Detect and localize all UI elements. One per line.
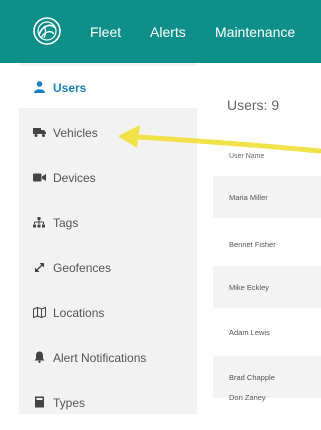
sidebar-item-label: Alert Notifications bbox=[53, 351, 147, 365]
table-cell-user-name: Mike Eckley bbox=[229, 283, 270, 292]
table-row[interactable]: Don Zaney bbox=[213, 388, 321, 430]
sidebar-item-label: Vehicles bbox=[53, 126, 98, 140]
sidebar-item-label: Geofences bbox=[53, 261, 112, 275]
main-content: Users: 9 User Name Maria Miller Bennet F… bbox=[197, 63, 321, 414]
logo-icon[interactable] bbox=[33, 17, 61, 45]
sidebar-item-users[interactable]: Users bbox=[19, 66, 197, 108]
table-cell-user-name: Maria Miller bbox=[229, 193, 268, 202]
book-icon bbox=[32, 395, 46, 409]
nav-fleet[interactable]: Fleet bbox=[90, 23, 121, 41]
sidebar: Users Vehicles Devices Tags Geofences Lo… bbox=[19, 63, 197, 414]
page-title: Users: 9 bbox=[227, 97, 280, 113]
table-cell-user-name: Adam Lewis bbox=[229, 328, 270, 337]
sidebar-item-label: Types bbox=[53, 396, 86, 410]
user-icon bbox=[32, 80, 46, 94]
nav-maintenance[interactable]: Maintenance bbox=[215, 23, 295, 41]
truck-icon bbox=[32, 125, 46, 139]
sidebar-item-vehicles[interactable]: Vehicles bbox=[19, 111, 197, 153]
table-row[interactable]: Adam Lewis bbox=[213, 311, 321, 353]
top-nav-bar: Fleet Alerts Maintenance bbox=[0, 0, 321, 63]
sidebar-item-types[interactable]: Types bbox=[19, 381, 197, 423]
sidebar-item-locations[interactable]: Locations bbox=[19, 291, 197, 333]
sidebar-item-devices[interactable]: Devices bbox=[19, 156, 197, 198]
table-cell-user-name: Brad Chapple bbox=[229, 373, 275, 382]
table-row[interactable]: Maria Miller bbox=[213, 176, 321, 218]
sidebar-item-alert-notifications[interactable]: Alert Notifications bbox=[19, 336, 197, 378]
table-row[interactable]: Bennet Fisher bbox=[213, 223, 321, 265]
sidebar-item-label: Devices bbox=[53, 171, 96, 185]
sidebar-item-label: Tags bbox=[53, 216, 79, 230]
video-camera-icon bbox=[32, 170, 46, 184]
sidebar-item-label: Users bbox=[53, 81, 87, 95]
sidebar-item-geofences[interactable]: Geofences bbox=[19, 246, 197, 288]
sidebar-item-tags[interactable]: Tags bbox=[19, 201, 197, 243]
sidebar-item-label: Locations bbox=[53, 306, 105, 320]
sitemap-icon bbox=[32, 215, 46, 229]
table-cell-user-name: Bennet Fisher bbox=[229, 240, 276, 249]
table-cell-user-name: Don Zaney bbox=[229, 393, 266, 402]
table-row[interactable]: Mike Eckley bbox=[213, 266, 321, 308]
column-header-user-name[interactable]: User Name bbox=[229, 153, 264, 160]
bell-icon bbox=[32, 350, 46, 364]
nav-alerts[interactable]: Alerts bbox=[150, 23, 186, 41]
map-icon bbox=[32, 305, 46, 319]
expand-icon bbox=[32, 260, 46, 274]
